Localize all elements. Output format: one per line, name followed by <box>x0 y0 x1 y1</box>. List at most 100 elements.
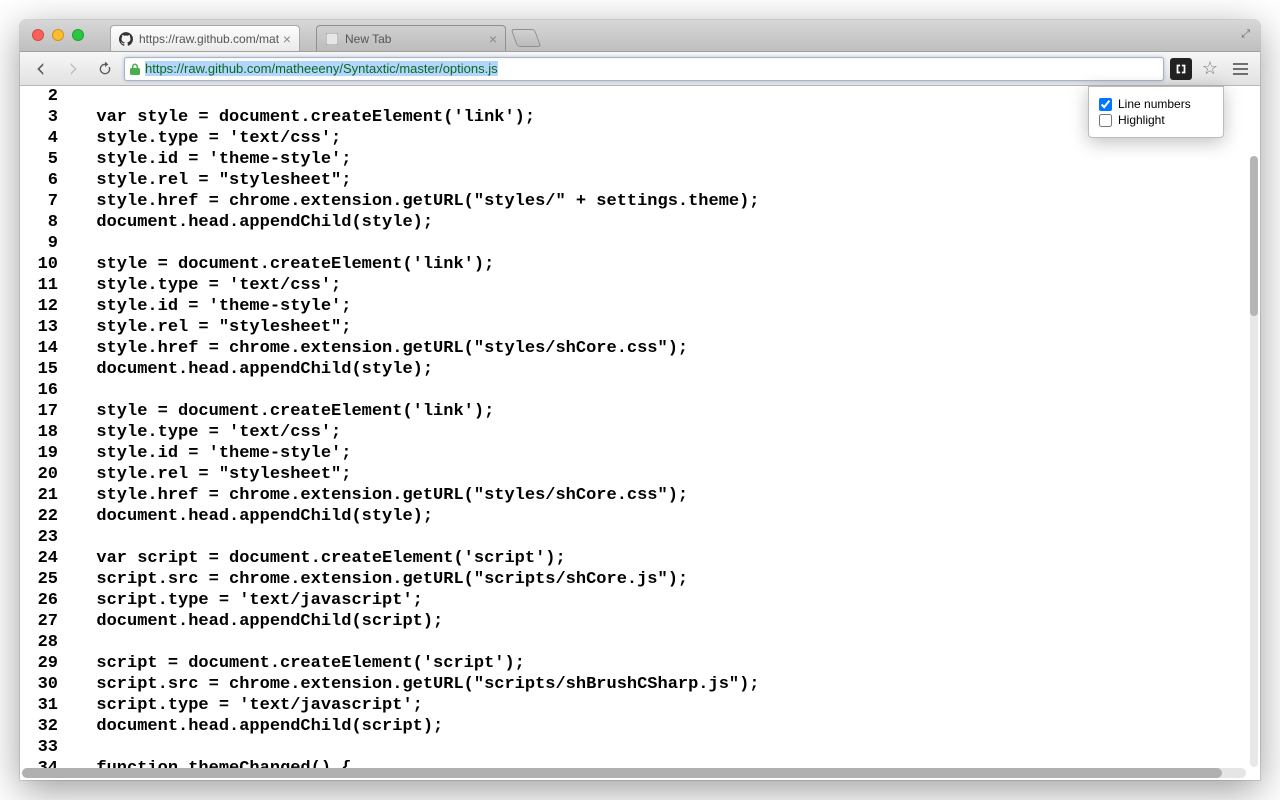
code-text: document.head.appendChild(script); <box>76 716 443 737</box>
new-tab-button[interactable] <box>511 29 542 47</box>
code-text: document.head.appendChild(style); <box>76 212 433 233</box>
line-numbers-checkbox[interactable] <box>1099 98 1112 111</box>
code-line: 2 <box>36 86 1260 107</box>
highlight-checkbox[interactable] <box>1099 114 1112 127</box>
reload-button[interactable] <box>92 57 118 81</box>
line-number: 28 <box>36 632 76 653</box>
lock-icon <box>129 62 141 76</box>
code-line: 9 <box>36 233 1260 254</box>
line-number: 4 <box>36 128 76 149</box>
line-number: 2 <box>36 86 76 107</box>
highlight-label: Highlight <box>1118 113 1165 127</box>
toolbar: https://raw.github.com/matheeeny/Syntaxt… <box>20 52 1260 86</box>
line-number: 3 <box>36 107 76 128</box>
code-text: style.id = 'theme-style'; <box>76 149 351 170</box>
code-line: 6 style.rel = "stylesheet"; <box>36 170 1260 191</box>
window-close-button[interactable] <box>32 29 44 41</box>
code-text: var style = document.createElement('link… <box>76 107 535 128</box>
close-icon[interactable]: × <box>283 32 291 46</box>
address-bar[interactable]: https://raw.github.com/matheeeny/Syntaxt… <box>124 57 1164 81</box>
code-text: style.id = 'theme-style'; <box>76 443 351 464</box>
tab-active[interactable]: https://raw.github.com/mat × <box>110 25 300 51</box>
hamburger-menu-icon[interactable] <box>1228 59 1252 79</box>
tab-inactive[interactable]: New Tab × <box>316 25 506 51</box>
code-text: style.type = 'text/css'; <box>76 422 341 443</box>
code-text: style.type = 'text/css'; <box>76 275 341 296</box>
extension-icon[interactable] <box>1170 58 1192 80</box>
horizontal-scrollbar[interactable] <box>22 768 1246 778</box>
line-number: 25 <box>36 569 76 590</box>
code-line: 8 document.head.appendChild(style); <box>36 212 1260 233</box>
code-line: 10 style = document.createElement('link'… <box>36 254 1260 275</box>
code-line: 30 script.src = chrome.extension.getURL(… <box>36 674 1260 695</box>
line-number: 14 <box>36 338 76 359</box>
line-number: 5 <box>36 149 76 170</box>
code-text: script.type = 'text/javascript'; <box>76 590 423 611</box>
code-line: 12 style.id = 'theme-style'; <box>36 296 1260 317</box>
code-text: style = document.createElement('link'); <box>76 254 494 275</box>
line-number: 23 <box>36 527 76 548</box>
code-line: 7 style.href = chrome.extension.getURL("… <box>36 191 1260 212</box>
browser-window: https://raw.github.com/mat × New Tab × ⤢ <box>20 20 1260 780</box>
extension-popup: Line numbers Highlight <box>1088 86 1224 138</box>
line-number: 12 <box>36 296 76 317</box>
code-text: style.rel = "stylesheet"; <box>76 170 351 191</box>
code-line: 27 document.head.appendChild(script); <box>36 611 1260 632</box>
line-number: 21 <box>36 485 76 506</box>
line-number: 29 <box>36 653 76 674</box>
url-text: https://raw.github.com/matheeeny/Syntaxt… <box>145 61 498 76</box>
blank-tab-icon <box>325 32 339 46</box>
code-line: 5 style.id = 'theme-style'; <box>36 149 1260 170</box>
window-minimize-button[interactable] <box>52 29 64 41</box>
line-number: 19 <box>36 443 76 464</box>
tab-title: New Tab <box>345 32 391 46</box>
code-line: 32 document.head.appendChild(script); <box>36 716 1260 737</box>
code-line: 23 <box>36 527 1260 548</box>
close-icon[interactable]: × <box>489 32 497 46</box>
line-number: 20 <box>36 464 76 485</box>
code-line: 26 script.type = 'text/javascript'; <box>36 590 1260 611</box>
line-number: 32 <box>36 716 76 737</box>
code-text: script.src = chrome.extension.getURL("sc… <box>76 674 760 695</box>
line-number: 15 <box>36 359 76 380</box>
line-number: 33 <box>36 737 76 758</box>
back-button[interactable] <box>28 57 54 81</box>
code-text: script.src = chrome.extension.getURL("sc… <box>76 569 688 590</box>
code-text: script.type = 'text/javascript'; <box>76 695 423 716</box>
code-text: style = document.createElement('link'); <box>76 401 494 422</box>
code-line: 33 <box>36 737 1260 758</box>
code-line: 20 style.rel = "stylesheet"; <box>36 464 1260 485</box>
code-text: style.rel = "stylesheet"; <box>76 317 351 338</box>
code-text: style.href = chrome.extension.getURL("st… <box>76 191 760 212</box>
code-line: 24 var script = document.createElement('… <box>36 548 1260 569</box>
code-viewer[interactable]: 23 var style = document.createElement('l… <box>20 86 1260 779</box>
horizontal-scroll-thumb[interactable] <box>22 768 1222 778</box>
line-number: 31 <box>36 695 76 716</box>
line-number: 8 <box>36 212 76 233</box>
code-text: document.head.appendChild(script); <box>76 611 443 632</box>
line-number: 11 <box>36 275 76 296</box>
bookmark-star-icon[interactable]: ☆ <box>1198 58 1222 79</box>
line-number: 26 <box>36 590 76 611</box>
code-line: 21 style.href = chrome.extension.getURL(… <box>36 485 1260 506</box>
code-text: style.href = chrome.extension.getURL("st… <box>76 338 688 359</box>
code-line: 28 <box>36 632 1260 653</box>
vertical-scrollbar[interactable] <box>1250 156 1258 767</box>
page-content: 23 var style = document.createElement('l… <box>20 86 1260 780</box>
code-line: 3 var style = document.createElement('li… <box>36 107 1260 128</box>
vertical-scroll-thumb[interactable] <box>1250 156 1258 316</box>
window-zoom-button[interactable] <box>72 29 84 41</box>
code-line: 14 style.href = chrome.extension.getURL(… <box>36 338 1260 359</box>
forward-button[interactable] <box>60 57 86 81</box>
line-number: 9 <box>36 233 76 254</box>
fullscreen-icon[interactable]: ⤢ <box>1241 28 1250 41</box>
code-line: 17 style = document.createElement('link'… <box>36 401 1260 422</box>
code-line: 11 style.type = 'text/css'; <box>36 275 1260 296</box>
github-icon <box>119 32 133 46</box>
code-line: 19 style.id = 'theme-style'; <box>36 443 1260 464</box>
line-number: 6 <box>36 170 76 191</box>
code-text: document.head.appendChild(style); <box>76 506 433 527</box>
traffic-lights <box>32 29 84 41</box>
code-line: 18 style.type = 'text/css'; <box>36 422 1260 443</box>
code-text: style.href = chrome.extension.getURL("st… <box>76 485 688 506</box>
